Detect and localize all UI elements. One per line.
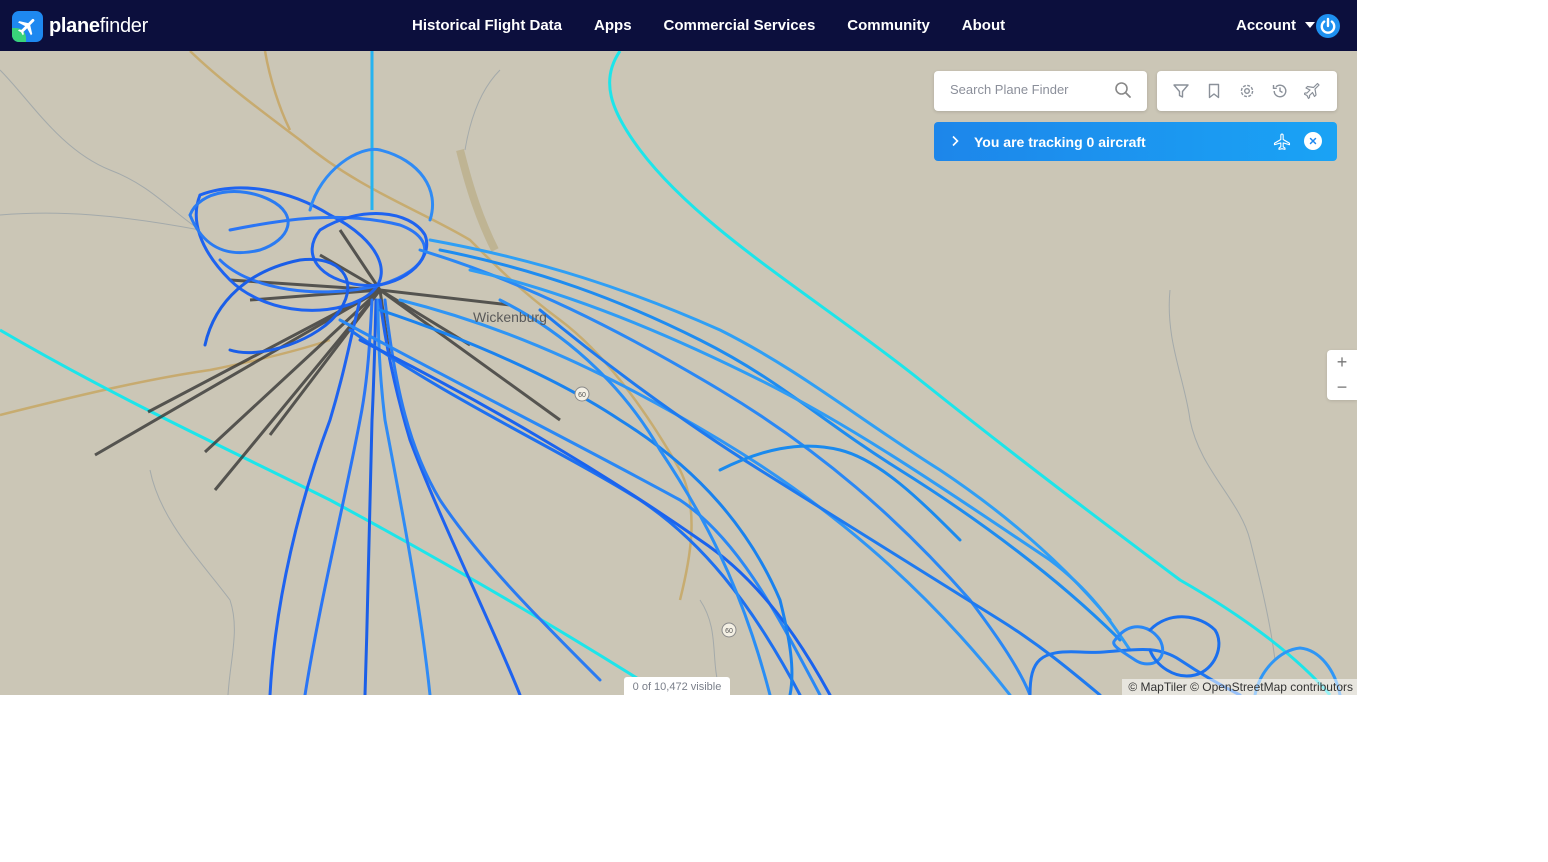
bookmark-icon[interactable] <box>1205 82 1223 100</box>
logo-text: planefinder <box>49 15 148 37</box>
logo-plane-icon <box>12 11 43 42</box>
plane-icon <box>1273 133 1291 150</box>
search-input[interactable] <box>948 81 1112 98</box>
nav-commercial-services[interactable]: Commercial Services <box>664 17 816 34</box>
map-toolbar <box>1157 71 1337 111</box>
top-navbar: planefinder Historical Flight Data Apps … <box>0 0 1357 51</box>
visible-count: 0 of 10,472 visible <box>624 677 730 695</box>
account-menu[interactable]: Account <box>1236 17 1315 34</box>
caret-down-icon <box>1305 21 1315 28</box>
filter-icon[interactable] <box>1172 82 1190 100</box>
power-icon[interactable] <box>1316 14 1340 38</box>
zoom-in-button[interactable]: + <box>1327 350 1357 375</box>
road-shield-label: 60 <box>578 392 586 399</box>
tracking-text: You are tracking 0 aircraft <box>974 134 1146 150</box>
map-attribution[interactable]: © MapTiler © OpenStreetMap contributors <box>1122 679 1357 695</box>
chevron-right-icon[interactable] <box>950 135 960 147</box>
zoom-out-button[interactable]: − <box>1327 375 1357 400</box>
app-window: planefinder Historical Flight Data Apps … <box>0 0 1357 695</box>
playback-icon[interactable] <box>1303 82 1322 100</box>
close-icon[interactable] <box>1304 132 1322 150</box>
nav-about[interactable]: About <box>962 17 1005 34</box>
history-icon[interactable] <box>1271 82 1289 100</box>
zoom-control: + − <box>1327 350 1357 400</box>
planefinder-logo[interactable]: planefinder <box>12 11 148 42</box>
nav-apps[interactable]: Apps <box>594 17 632 34</box>
settings-icon[interactable] <box>1238 82 1256 100</box>
nav-community[interactable]: Community <box>847 17 930 34</box>
town-label: Wickenburg <box>473 309 547 325</box>
nav-historical-flight-data[interactable]: Historical Flight Data <box>412 17 562 34</box>
tracking-bar[interactable]: You are tracking 0 aircraft <box>934 122 1337 161</box>
main-nav: Historical Flight Data Apps Commercial S… <box>412 0 1037 51</box>
road-shield-label: 60 <box>725 628 733 635</box>
account-label: Account <box>1236 17 1296 34</box>
search-icon[interactable] <box>1114 81 1132 99</box>
